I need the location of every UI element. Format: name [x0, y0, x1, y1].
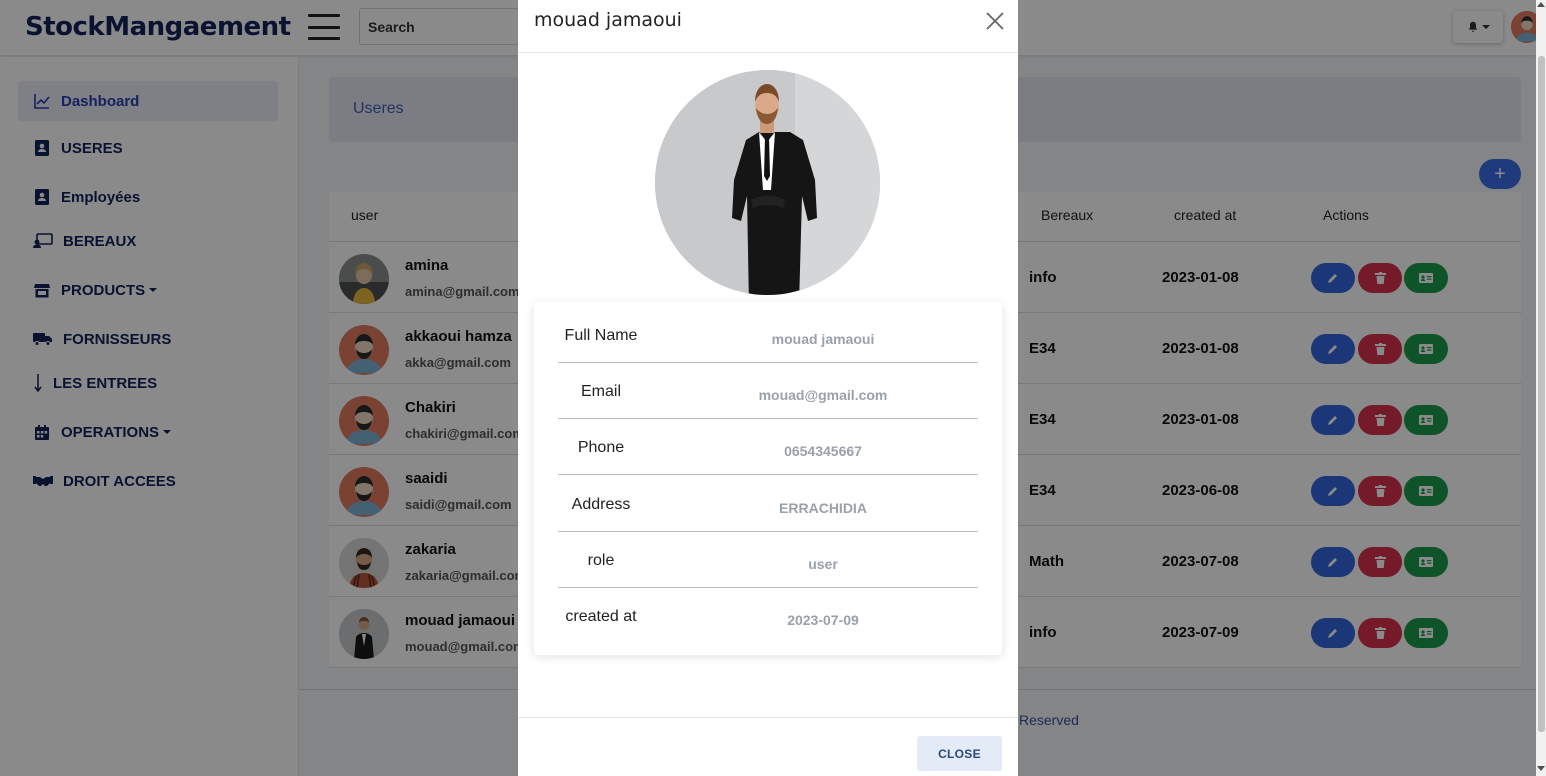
- modal-title: mouad jamaoui: [534, 9, 682, 31]
- close-button[interactable]: CLOSE: [917, 736, 1002, 771]
- info-label: Full Name: [564, 327, 638, 344]
- info-row-phone: Phone 0654345667: [558, 419, 978, 475]
- user-profile-photo: [655, 70, 880, 295]
- info-value: mouad jamaoui: [771, 331, 875, 347]
- scroll-up-arrow-icon[interactable]: [1537, 2, 1545, 7]
- close-icon[interactable]: [984, 10, 1006, 32]
- info-label: role: [587, 552, 615, 569]
- info-row-email: Email mouad@gmail.com: [558, 363, 978, 419]
- info-value: 0654345667: [784, 443, 862, 459]
- info-label: Phone: [577, 439, 625, 456]
- modal-header: mouad jamaoui: [518, 0, 1018, 53]
- info-row-address: Address ERRACHIDIA: [558, 476, 978, 532]
- modal-footer-divider: [518, 717, 1018, 718]
- user-details-modal: mouad jamaoui Full Name mouad jamaoui Em…: [518, 0, 1018, 776]
- info-value: ERRACHIDIA: [779, 500, 867, 516]
- info-label: Email: [580, 383, 621, 400]
- info-row-full-name: Full Name mouad jamaoui: [558, 307, 978, 363]
- scroll-down-arrow-icon[interactable]: [1537, 766, 1545, 771]
- info-row-role: role user: [558, 532, 978, 588]
- user-info-card: Full Name mouad jamaoui Email mouad@gmai…: [534, 302, 1002, 655]
- info-value: 2023-07-09: [787, 612, 859, 628]
- info-value: user: [808, 556, 838, 572]
- info-value: mouad@gmail.com: [758, 387, 888, 403]
- info-row-created-at: created at 2023-07-09: [558, 588, 978, 644]
- info-label: Address: [571, 496, 631, 513]
- info-label: created at: [565, 608, 637, 625]
- scrollbar-thumb[interactable]: [1538, 56, 1545, 732]
